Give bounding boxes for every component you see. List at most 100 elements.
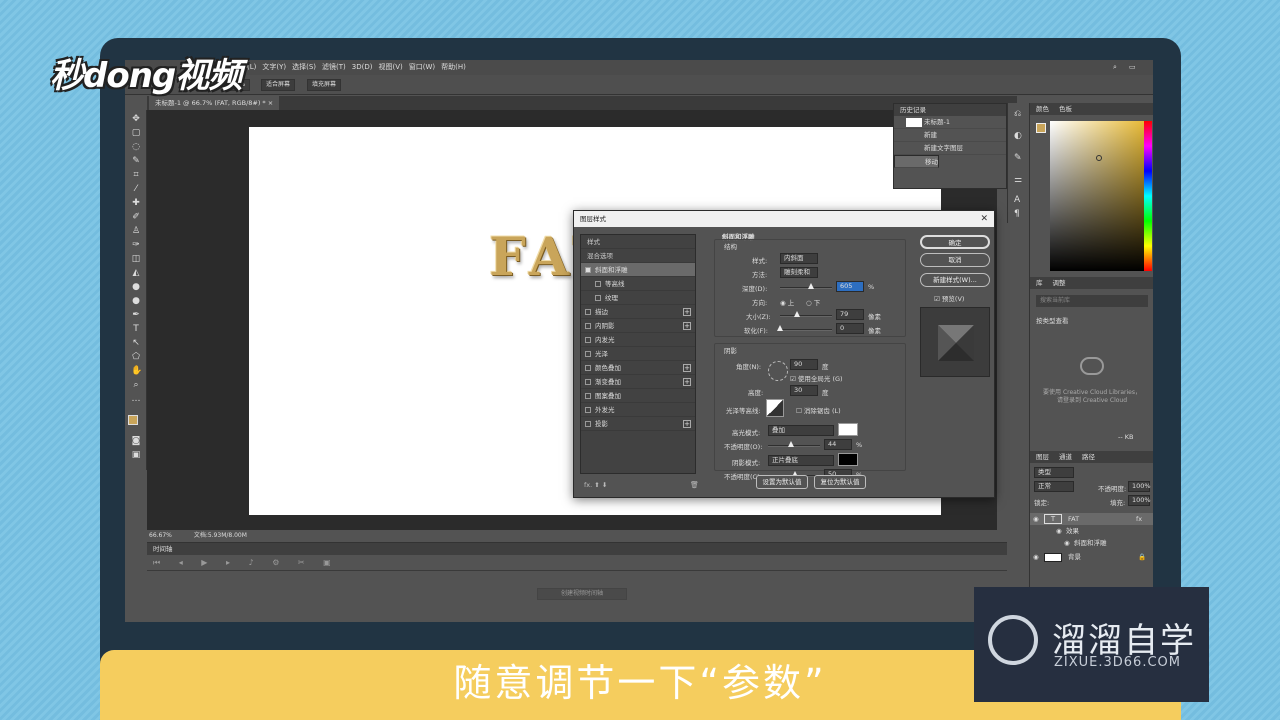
menu-3d[interactable]: 3D(D) [352,60,373,75]
menu-window[interactable]: 窗口(W) [409,60,435,75]
ok-button[interactable]: 确定 [920,235,990,249]
brush-tool-icon[interactable]: ✐ [131,212,141,222]
eraser-tool-icon[interactable]: ◫ [131,254,141,264]
stamp-tool-icon[interactable]: ♙ [131,226,141,236]
add-effect-icon[interactable]: + [683,322,691,330]
workspace-icon[interactable]: ▭ [1129,60,1136,75]
hand-tool-icon[interactable]: ✋ [131,366,142,376]
add-effect-icon[interactable]: + [683,378,691,386]
fit-screen-button[interactable]: 适合屏幕 [261,79,296,91]
fill-field[interactable]: 100% [1128,495,1151,506]
quick-mask-icon[interactable]: ◙ [131,436,141,446]
more-tools-icon[interactable]: … [131,394,141,404]
pen-tool-icon[interactable]: ✒ [131,310,141,320]
set-default-button[interactable]: 设置为默认值 [756,475,808,489]
effect-checkbox[interactable] [585,365,591,371]
highlight-color-swatch[interactable] [838,423,858,436]
highlight-opacity-slider[interactable] [768,441,820,447]
dodge-tool-icon[interactable]: ● [131,296,141,306]
close-icon[interactable]: ✕ [980,211,988,227]
eye-icon[interactable]: ◉ [1064,537,1070,549]
tab-layers[interactable]: 图层 [1036,453,1049,461]
move-tool-icon[interactable]: ✥ [131,114,141,124]
eye-icon[interactable]: ◉ [1033,513,1039,525]
altitude-field[interactable]: 30 [790,385,818,396]
tab-libraries[interactable]: 库 [1036,279,1043,287]
direction-down-radio[interactable]: ○ 下 [806,297,820,307]
reset-default-button[interactable]: 复位为默认值 [814,475,866,489]
tab-color[interactable]: 颜色 [1036,105,1049,113]
color-picker-field[interactable] [1050,121,1148,271]
highlight-mode-dropdown[interactable]: 叠加 [768,425,834,436]
path-select-icon[interactable]: ↖ [131,338,141,348]
effect-checkbox[interactable] [585,379,591,385]
history-snapshot[interactable]: 未标题-1 [894,116,1006,129]
highlight-opacity-field[interactable]: 44 [824,439,852,450]
depth-field[interactable]: 605 [836,281,864,292]
effect-item[interactable]: 样式 [581,235,695,249]
shape-tool-icon[interactable]: ⬠ [131,352,141,362]
menu-help[interactable]: 帮助(H) [441,60,466,75]
fx-icon[interactable]: fx [1136,513,1142,525]
type-tool-icon[interactable]: T [131,324,141,334]
technique-dropdown[interactable]: 雕刻柔和 [780,267,818,278]
tab-channels[interactable]: 通道 [1059,453,1072,461]
history-brush-icon[interactable]: ✑ [131,240,141,250]
effect-item[interactable]: 渐变叠加 + [581,375,695,389]
trash-icon[interactable]: 🗑 [690,481,699,489]
effect-row[interactable]: ◉ 斜面和浮雕 [1030,537,1153,549]
effect-checkbox[interactable] [585,309,591,315]
style-dropdown[interactable]: 内斜面 [780,253,818,264]
effect-item[interactable]: 等高线 [581,277,695,291]
antialias-checkbox[interactable]: ☐ 消除锯齿 (L) [796,405,841,415]
effect-item[interactable]: 内阴影 + [581,319,695,333]
lasso-tool-icon[interactable]: ◌ [131,142,141,152]
arrow-down-icon[interactable]: ⬇ [602,481,607,489]
hue-slider[interactable] [1144,121,1152,271]
foreground-swatch[interactable] [1036,123,1046,133]
view-by-dropdown[interactable]: 按类型查看 [1036,315,1069,325]
properties-panel-icon[interactable]: ⚌ [1014,175,1022,185]
add-effect-icon[interactable]: + [683,364,691,372]
brush-panel-icon[interactable]: ✎ [1014,153,1022,163]
layer-filter-dropdown[interactable]: 类型 [1034,467,1074,478]
effect-checkbox[interactable] [585,421,591,427]
color-picker-cursor[interactable] [1096,155,1102,161]
depth-slider-knob[interactable] [808,283,814,289]
soften-slider[interactable] [777,325,832,331]
preview-checkbox[interactable]: ☑ 预览(V) [934,293,964,303]
effects-row[interactable]: ◉ 效果 [1030,525,1153,537]
history-item[interactable]: 新建文字图层 [894,142,1006,155]
angle-dial[interactable] [768,361,788,381]
effect-item[interactable]: 图案叠加 [581,389,695,403]
tab-paths[interactable]: 路径 [1082,453,1095,461]
menu-filter[interactable]: 滤镜(T) [322,60,346,75]
quick-select-tool-icon[interactable]: ✎ [131,156,141,166]
effect-item[interactable]: 混合选项 [581,249,695,263]
search-icon[interactable]: ⌕ [1113,60,1117,75]
direction-up-radio[interactable]: ◉ 上 [780,297,794,307]
global-light-checkbox[interactable]: ☑ 使用全局光 (G) [790,373,843,383]
gloss-contour-picker[interactable] [766,399,784,417]
effect-checkbox[interactable] [585,407,591,413]
opacity-field[interactable]: 100% [1128,481,1151,492]
close-icon[interactable]: × [268,99,273,107]
library-search-input[interactable]: 搜索当前库 [1036,295,1148,307]
soften-field[interactable]: 0 [836,323,864,334]
size-slider[interactable] [780,311,832,317]
foreground-color-swatch[interactable] [128,415,138,425]
highlight-opacity-knob[interactable] [788,441,794,447]
layer-row[interactable]: ◉ T FAT fx [1030,513,1153,525]
paragraph-panel-icon[interactable]: ¶ [1014,209,1020,219]
depth-slider[interactable] [780,283,832,289]
effect-item[interactable]: 颜色叠加 + [581,361,695,375]
effect-checkbox[interactable] [585,351,591,357]
tab-swatches[interactable]: 色板 [1059,105,1072,113]
angle-field[interactable]: 90 [790,359,818,370]
shadow-mode-dropdown[interactable]: 正片叠底 [768,455,834,466]
cancel-button[interactable]: 取消 [920,253,990,267]
add-effect-icon[interactable]: + [683,308,691,316]
size-slider-knob[interactable] [794,311,800,317]
document-tab[interactable]: 未标题-1 @ 66.7% (FAT, RGB/8#) * × [149,96,280,110]
zoom-tool-icon[interactable]: ⌕ [131,380,141,390]
